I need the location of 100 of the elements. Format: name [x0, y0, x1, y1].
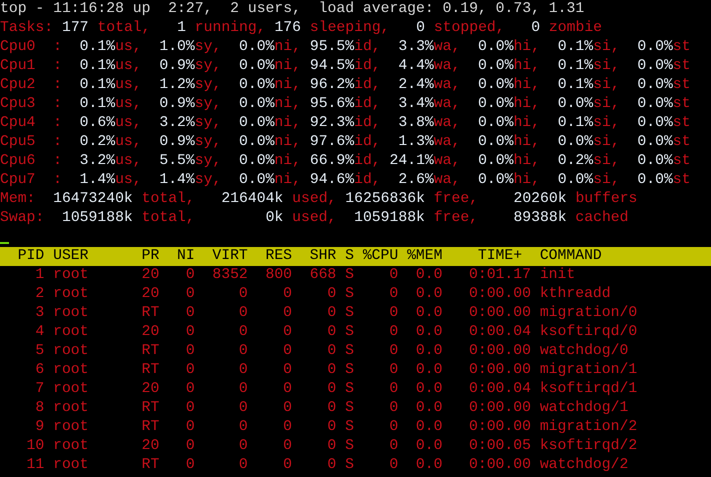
table-cell-text: 0 [184, 304, 195, 323]
stat-label: sy, [194, 77, 222, 93]
table-cell-text: 0 [326, 437, 336, 456]
stat-value: 16473240k [53, 191, 133, 207]
stat-value: 1.0% [159, 39, 195, 55]
stat-value: 94.6% [310, 172, 354, 188]
table-cell-text: 0 [238, 399, 248, 418]
stat-value: 1 [177, 20, 186, 36]
stat-value: 0.1% [80, 39, 116, 55]
table-cell-text: ksoftirqd/2 [538, 437, 638, 456]
table-cell-text: S [344, 266, 354, 285]
table-cell-text: watchdog/0 [538, 342, 630, 361]
table-cell-text: 0 [388, 323, 398, 342]
stat-label: id, [354, 172, 381, 188]
stat-label: st [672, 115, 690, 131]
stat-value: 0.1% [558, 58, 594, 74]
stat-label: Cpu1 : [0, 58, 62, 74]
table-cell-text: 0 [238, 304, 248, 323]
stat-value: 0 [531, 20, 540, 36]
table-cell-text: 0 [184, 380, 195, 399]
stat-value: 0.0% [637, 115, 673, 131]
column-header: %CPU [362, 247, 398, 266]
stat-value: 66.9% [310, 153, 354, 169]
table-cell-text: 0:01.17 [468, 266, 531, 285]
stat-value: 176 [274, 20, 302, 36]
stat-label: wa, [434, 39, 460, 55]
stat-label: us, [115, 77, 142, 93]
table-cell-text: 0 [282, 342, 292, 361]
stat-value: 0.0% [239, 115, 274, 131]
stat-value: 0.9% [159, 58, 195, 74]
table-cell-text: 0 [184, 456, 195, 475]
stat-value: 0.0% [558, 134, 594, 150]
table-cell-text: 0 [282, 418, 292, 437]
table-cell-text: 0 [326, 285, 336, 304]
column-header: USER [52, 247, 90, 266]
stat-value: 95.6% [310, 96, 354, 112]
stat-label: st [672, 58, 690, 74]
table-cell-text: S [344, 285, 354, 304]
stat-label: wa, [434, 134, 460, 150]
table-cell-text: 11 [26, 456, 44, 475]
table-cell-text: 0:00.00 [468, 285, 531, 304]
stat-value: 3.4% [398, 96, 434, 112]
stat-label: total, [142, 191, 195, 207]
table-cell-text: 0.0 [414, 266, 442, 285]
table-cell-text: S [344, 380, 354, 399]
stat-label: total, [142, 210, 195, 226]
table-cell-text: 0:00.00 [468, 418, 531, 437]
table-cell-text: ksoftirqd/0 [538, 323, 638, 342]
table-cell-text: 0 [184, 418, 195, 437]
table-cell-text: ksoftirqd/1 [538, 380, 638, 399]
table-cell-text: 0 [238, 456, 248, 475]
table-cell-text: 0 [282, 285, 292, 304]
stat-value: 0.1% [80, 58, 116, 74]
stat-value: 0.0% [637, 153, 673, 169]
table-cell-text: 0:00.04 [468, 380, 531, 399]
table-cell-text: 0 [238, 418, 248, 437]
table-cell-text: 0:00.00 [468, 361, 531, 380]
stat-label: id, [354, 39, 381, 55]
stat-value: 92.3% [310, 115, 354, 131]
stat-value: 0.0% [478, 153, 514, 169]
stat-value: 0.0% [239, 77, 274, 93]
table-cell-text: 20 [140, 437, 160, 456]
stat-value: 0.0% [478, 172, 514, 188]
stat-label: ni, [274, 115, 301, 131]
table-cell-text: 0 [184, 361, 195, 380]
stat-value: 0.0% [637, 77, 673, 93]
stat-label: sy, [194, 39, 222, 55]
column-header: PID [16, 247, 44, 266]
stat-value: 1059188k [62, 210, 133, 226]
stat-value: 89388k [513, 210, 567, 226]
table-cell-text: root [52, 380, 90, 399]
stat-value: 0.9% [159, 134, 195, 150]
table-cell-text: 20 [140, 266, 160, 285]
stat-label: si, [593, 96, 620, 112]
stat-label: total, [97, 20, 150, 36]
stat-value: 0.0% [637, 96, 673, 112]
table-cell-text: RT [140, 342, 160, 361]
stat-label: si, [593, 58, 620, 74]
stat-label: free, [434, 191, 478, 207]
table-cell-text: migration/1 [538, 361, 638, 380]
table-cell-text: watchdog/2 [538, 456, 630, 475]
stat-label: Mem: [0, 191, 36, 207]
stat-label: sy, [194, 153, 222, 169]
stat-label: wa, [434, 58, 460, 74]
stat-value: 0.0% [478, 39, 514, 55]
stat-value: 0.0% [637, 134, 673, 150]
stat-label: ni, [274, 39, 301, 55]
stat-label: id, [354, 153, 381, 169]
stat-value: 0k [266, 210, 284, 226]
stat-label: ni, [274, 58, 301, 74]
stat-label: id, [354, 58, 381, 74]
table-cell-text: 0 [238, 380, 248, 399]
stat-value: 5.5% [159, 153, 195, 169]
table-cell-text: 0.0 [414, 323, 442, 342]
stat-value: 0.0% [478, 115, 514, 131]
stat-value: 94.5% [310, 58, 354, 74]
table-cell-text: 800 [264, 266, 292, 285]
table-cell-text: root [52, 437, 90, 456]
stat-label: us, [115, 134, 142, 150]
stat-value: 3.3% [398, 39, 434, 55]
